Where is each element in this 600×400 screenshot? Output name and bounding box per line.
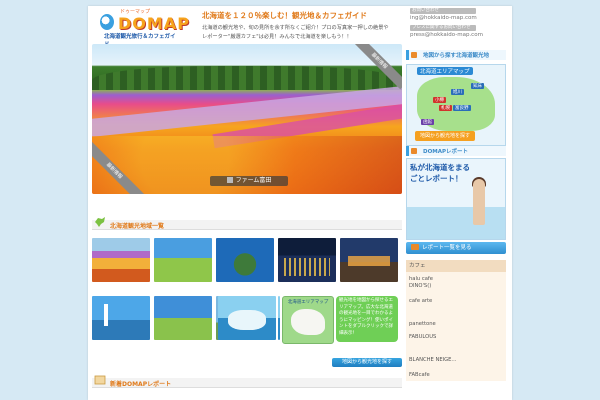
thumb-spacer	[278, 296, 280, 340]
area-map-island	[291, 309, 325, 335]
thumb-drift-ice[interactable]	[218, 296, 276, 340]
reporter-figure	[473, 179, 485, 225]
contact-label: お問い合わせ	[410, 8, 476, 14]
thumb-tree-lawn[interactable]	[154, 296, 212, 340]
report-heading-icon	[411, 148, 417, 154]
sidebar-area-map-title: 北海道エリアマップ	[417, 67, 473, 75]
sidebar-map-heading: 地図から探す北海道観光地	[406, 50, 506, 60]
cafe-item[interactable]: halu cafe	[409, 276, 503, 283]
site-tagline: 北海道を１２０％楽しむ！観光地＆カフェガイド	[202, 11, 367, 20]
hero-banner[interactable]: 最新情報 最新情報 ファーム富田	[92, 44, 402, 194]
site-logo[interactable]: ドゥーマップ DOMAP 北海道観光旅行＆カフェガイド	[94, 8, 189, 48]
cafe-item[interactable]: DINO'S()	[409, 283, 503, 290]
area-map-thumbnail-title: 北海道エリアマップ	[287, 300, 329, 305]
canal-glow	[348, 256, 390, 266]
hero-caption-text: ファーム富田	[235, 177, 272, 184]
news-section-title: 新着DOMAPレポート	[110, 381, 172, 388]
sightseeing-section-header: 北海道観光地域一覧	[92, 217, 402, 230]
report-list-button-label: レポート一覧を見る	[422, 245, 472, 251]
sidebar-area-map[interactable]: 北海道エリアマップ 旭川 知床 小樽 札幌 函館 富良野 地図から観光地を探す	[406, 64, 506, 146]
pin-asahikawa[interactable]: 旭川	[451, 89, 464, 95]
report-banner-text: 私が北海道をまるごとレポート！	[410, 163, 470, 183]
city-lights	[284, 258, 330, 276]
page-container: ドゥーマップ DOMAP 北海道観光旅行＆カフェガイド 北海道を１２０％楽しむ！…	[88, 6, 512, 400]
sidebar-report-heading-text: DOMAPレポート	[423, 149, 469, 155]
thumb-hill-road[interactable]	[154, 238, 212, 282]
pin-shiretoko[interactable]: 知床	[471, 83, 484, 89]
report-icon	[94, 375, 106, 385]
hero-forest	[92, 66, 402, 90]
thumb-flower-field[interactable]	[92, 238, 150, 282]
cafe-list: halu cafe DINO'S() cafe arte panettone F…	[406, 272, 506, 381]
pin-sapporo[interactable]: 札幌	[439, 105, 452, 111]
cafe-item[interactable]: BLANCHE NEIGE...	[409, 357, 503, 364]
area-map-speech-bubble: 観光地を地図から探せるエリアマップ。広大な北海道の観光地を一目でわかるようにマッ…	[336, 296, 398, 342]
sightseeing-section-title: 北海道観光地域一覧	[110, 223, 165, 230]
cafe-item[interactable]: FABcafe	[409, 372, 503, 379]
contact-email-link[interactable]: ing@hokkaido-map.com	[410, 15, 477, 21]
pin-hakodate[interactable]: 函館	[421, 119, 434, 125]
cafe-heading: カフェ	[406, 260, 506, 272]
thumb-lighthouse[interactable]	[92, 296, 150, 340]
thumb-canal-night[interactable]	[340, 238, 398, 282]
thumb-night-view[interactable]	[278, 238, 336, 282]
sidebar-find-on-map-button[interactable]: 地図から観光地を探す	[415, 131, 475, 141]
sidebar-report-banner[interactable]: 私が北海道をまるごとレポート！	[406, 158, 506, 240]
area-map-thumbnail[interactable]: 北海道エリアマップ	[282, 296, 334, 344]
site-description: 北海道の観光地や、旬の見所を余す所なくご紹介！プロの写真家一押しの絶景や レポー…	[202, 24, 392, 42]
news-section-header: 新着DOMAPレポート	[92, 375, 402, 388]
camera-icon	[226, 177, 233, 183]
find-spots-on-map-button[interactable]: 地図から観光地を探す	[332, 358, 402, 367]
logo-title: DOMAP	[118, 14, 190, 33]
hero-caption[interactable]: ファーム富田	[210, 176, 288, 186]
sidebar-map-heading-text: 地図から探す北海道観光地	[423, 53, 490, 59]
description-line-1: 北海道の観光地や、旬の見所を余す所なくご紹介！プロの写真家一押しの絶景や	[202, 25, 389, 31]
cafe-item[interactable]: panettone	[409, 321, 503, 328]
drift-ice-shape	[228, 310, 266, 330]
pin-otaru[interactable]: 小樽	[433, 97, 446, 103]
logo-mark-icon	[100, 14, 114, 30]
cafe-item[interactable]: cafe arte	[409, 298, 503, 305]
hokkaido-map-icon	[95, 217, 105, 227]
press-label: プレスに関するお問い合わせ	[410, 25, 476, 31]
sidebar-report-heading: DOMAPレポート	[406, 146, 506, 156]
thumb-cape-island[interactable]	[216, 238, 274, 282]
list-icon	[411, 244, 419, 250]
cafe-item[interactable]: FABULOUS	[409, 334, 503, 341]
press-email-link[interactable]: press@hokkaido-map.com	[410, 32, 483, 38]
map-heading-icon	[411, 52, 417, 58]
lighthouse-shape	[104, 304, 108, 326]
pin-furano[interactable]: 富良野	[453, 105, 471, 111]
description-line-2: レポーター"厳選カフェ"は必見！みんなで北海道を楽しもう！！	[202, 34, 352, 40]
report-list-button[interactable]: レポート一覧を見る	[406, 242, 506, 254]
